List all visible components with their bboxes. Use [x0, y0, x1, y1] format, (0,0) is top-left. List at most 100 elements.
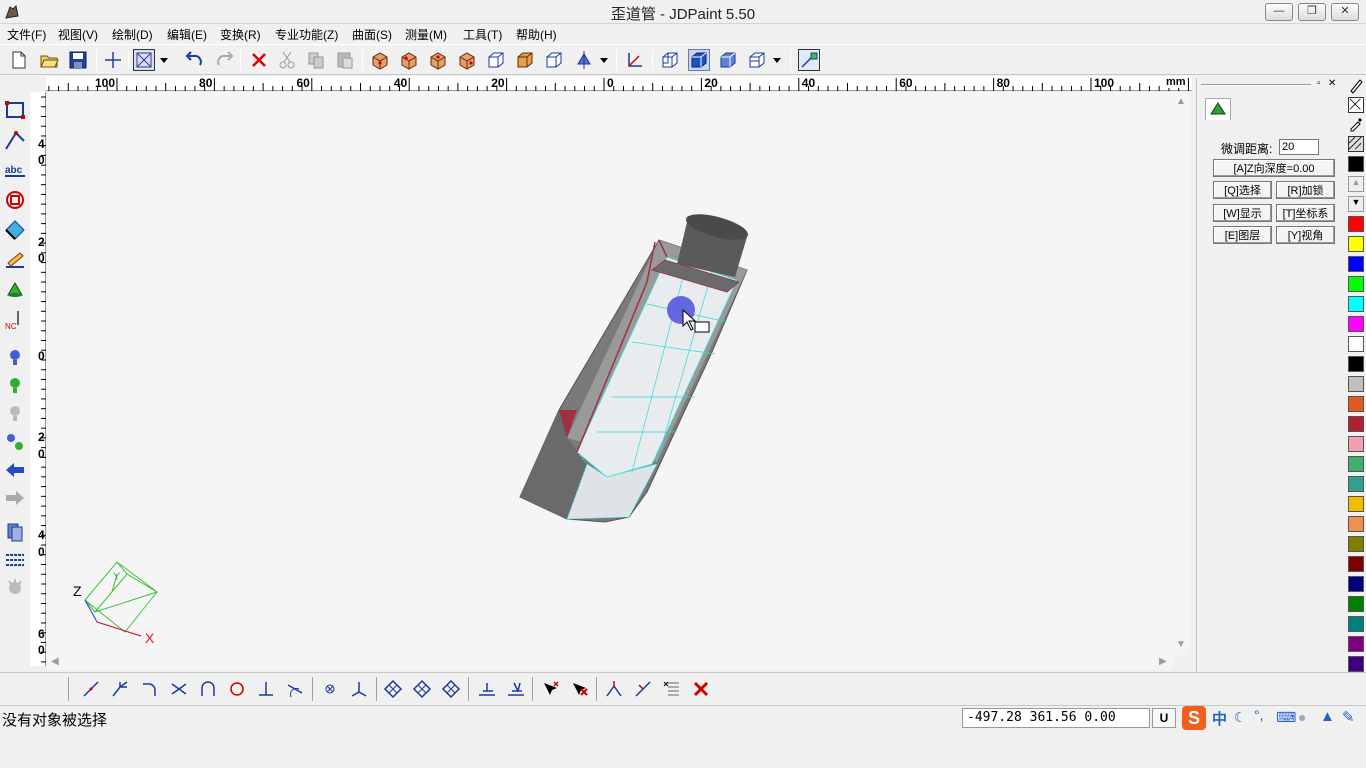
sculpt-icon[interactable]: [3, 248, 27, 272]
endpoint-icon[interactable]: [348, 678, 370, 700]
arrow-right-icon[interactable]: [3, 486, 27, 510]
color-swatch[interactable]: [1348, 256, 1364, 272]
model-canvas[interactable]: Z X Y: [47, 92, 1173, 655]
color-swatch[interactable]: [1348, 556, 1364, 572]
panel-close-icon[interactable]: ✕: [1328, 78, 1336, 89]
sogou-logo-icon[interactable]: S: [1182, 706, 1206, 730]
arc-icon[interactable]: [197, 678, 219, 700]
circle-point-icon[interactable]: [226, 678, 248, 700]
plugin-icon[interactable]: [3, 576, 27, 600]
copy-icon[interactable]: [305, 49, 327, 71]
light-gray-icon[interactable]: [3, 402, 27, 426]
drawing-viewport[interactable]: Z X Y: [47, 92, 1173, 655]
dropdown-arrow-icon[interactable]: [770, 49, 784, 71]
punctuation-icon[interactable]: °,: [1254, 707, 1264, 723]
diamond-mid-icon[interactable]: [411, 678, 433, 700]
view-left-icon[interactable]: [485, 49, 507, 71]
view-angle-button[interactable]: [Y]视角: [1276, 226, 1335, 244]
view-right-icon[interactable]: [514, 49, 536, 71]
nc-path-icon[interactable]: NC: [3, 308, 27, 332]
horizontal-scrollbar[interactable]: ◀ ▶: [47, 655, 1173, 670]
light-green-icon[interactable]: [3, 374, 27, 398]
shaded-edges-icon[interactable]: [717, 49, 739, 71]
panel-max-icon[interactable]: ▫: [1317, 78, 1321, 89]
redo-icon[interactable]: [213, 49, 235, 71]
select-box-icon[interactable]: [133, 49, 155, 71]
render-mode-icon[interactable]: [746, 49, 768, 71]
list-icon[interactable]: [3, 548, 27, 572]
unit-toggle[interactable]: U: [1152, 708, 1176, 728]
color-swatch[interactable]: [1348, 236, 1364, 252]
restore-button[interactable]: ❐: [1298, 3, 1326, 21]
fine-tune-input[interactable]: [1279, 139, 1319, 155]
menu-measure[interactable]: 测量(M): [405, 26, 447, 43]
color-swatch[interactable]: [1348, 636, 1364, 652]
transform-icon[interactable]: [3, 430, 27, 454]
coordinate-system-button[interactable]: [T]坐标系: [1276, 204, 1335, 222]
color-swatch[interactable]: [1348, 656, 1364, 672]
plane-projection-icon[interactable]: [476, 678, 498, 700]
surface-icon[interactable]: [3, 218, 27, 242]
pen-icon[interactable]: [1348, 78, 1364, 94]
color-swatch[interactable]: [1348, 296, 1364, 312]
color-swatch[interactable]: [1348, 516, 1364, 532]
center-point-icon[interactable]: [319, 678, 341, 700]
scroll-up-icon[interactable]: ▲: [1176, 96, 1186, 107]
mesh-icon[interactable]: [3, 278, 27, 302]
paste-icon[interactable]: [334, 49, 356, 71]
new-file-icon[interactable]: [8, 49, 30, 71]
shaded-icon[interactable]: [688, 49, 710, 71]
menu-surface[interactable]: 曲面(S): [352, 26, 392, 43]
view-iso-icon[interactable]: [543, 49, 565, 71]
color-swatch[interactable]: [1348, 436, 1364, 452]
menu-edit[interactable]: 编辑(E): [167, 26, 207, 43]
dropdown-arrow-icon[interactable]: [597, 49, 611, 71]
user-icon[interactable]: ●: [1298, 709, 1306, 725]
layers-icon[interactable]: [3, 520, 27, 544]
color-swatch[interactable]: [1348, 376, 1364, 392]
scroll-left-icon[interactable]: ◀: [51, 656, 59, 667]
intersect-icon[interactable]: [168, 678, 190, 700]
color-swatch[interactable]: [1348, 456, 1364, 472]
menu-professional[interactable]: 专业功能(Z): [275, 26, 338, 43]
color-swatch[interactable]: [1348, 396, 1364, 412]
pick-point-icon[interactable]: [539, 678, 561, 700]
pick-cancel-icon[interactable]: [568, 678, 590, 700]
color-swatch[interactable]: [1348, 496, 1364, 512]
scroll-down-icon[interactable]: ▼: [1176, 639, 1186, 650]
eyedropper-icon[interactable]: [1348, 116, 1364, 132]
node-edit-icon[interactable]: [603, 678, 625, 700]
snap-icon[interactable]: [798, 49, 820, 71]
color-swatch[interactable]: [1348, 356, 1364, 372]
ime-language-toggle[interactable]: 中: [1212, 708, 1227, 729]
color-swatch[interactable]: [1348, 276, 1364, 292]
diamond-point-icon[interactable]: [382, 678, 404, 700]
view-bottom-icon[interactable]: [456, 49, 478, 71]
palette-scroll-up-icon[interactable]: ▲: [1348, 176, 1364, 192]
dropdown-arrow-icon[interactable]: [157, 49, 171, 71]
color-swatch[interactable]: [1348, 216, 1364, 232]
arrow-left-icon[interactable]: [3, 458, 27, 482]
save-icon[interactable]: [67, 49, 89, 71]
view-top-icon[interactable]: [427, 49, 449, 71]
no-fill-icon[interactable]: [1348, 97, 1364, 113]
color-swatch[interactable]: [1348, 576, 1364, 592]
perpendicular-icon[interactable]: [255, 678, 277, 700]
select-button[interactable]: [Q]选择: [1213, 181, 1272, 199]
view-back-icon[interactable]: [398, 49, 420, 71]
line-icon[interactable]: [80, 678, 102, 700]
layer-button[interactable]: [E]图层: [1213, 226, 1272, 244]
arc-corner-icon[interactable]: [138, 678, 160, 700]
rotate-view-icon[interactable]: [573, 49, 595, 71]
menu-file[interactable]: 文件(F): [7, 26, 46, 43]
view-front-icon[interactable]: [369, 49, 391, 71]
diamond-quad-icon[interactable]: [440, 678, 462, 700]
color-swatch[interactable]: [1348, 616, 1364, 632]
color-swatch[interactable]: [1348, 336, 1364, 352]
menu-help[interactable]: 帮助(H): [516, 26, 557, 43]
curve-edit-icon[interactable]: [3, 128, 27, 152]
menu-view[interactable]: 视图(V): [58, 26, 98, 43]
open-folder-icon[interactable]: [38, 49, 60, 71]
color-swatch[interactable]: [1348, 536, 1364, 552]
close-x-icon[interactable]: [690, 678, 712, 700]
